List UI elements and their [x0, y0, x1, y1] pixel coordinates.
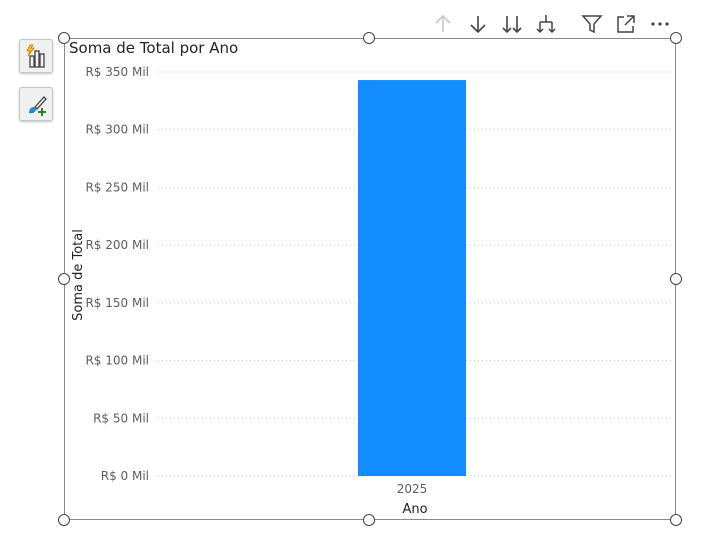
- y-axis-title: Soma de Total: [71, 229, 86, 321]
- resize-handle-top-left[interactable]: [58, 32, 70, 44]
- resize-handle-bottom-right[interactable]: [670, 514, 682, 526]
- y-tick-label: R$ 50 Mil: [93, 411, 149, 425]
- y-tick-label: R$ 100 Mil: [85, 354, 149, 368]
- x-axis-ticks: 2025: [397, 482, 428, 496]
- y-tick-label: R$ 300 Mil: [85, 123, 149, 137]
- y-tick-label: R$ 250 Mil: [85, 180, 149, 194]
- x-tick-label: 2025: [397, 482, 428, 496]
- bar-2025[interactable]: [358, 80, 466, 476]
- y-tick-label: R$ 0 Mil: [101, 469, 149, 483]
- y-tick-label: R$ 150 Mil: [85, 296, 149, 310]
- x-axis-title: Ano: [402, 502, 427, 517]
- resize-handle-top-right[interactable]: [670, 32, 682, 44]
- bar-chart: R$ 0 Mil R$ 50 Mil R$ 100 Mil R$ 150 Mil R$ …: [71, 65, 672, 517]
- resize-handle-right[interactable]: [670, 273, 682, 285]
- resize-handle-left[interactable]: [58, 273, 70, 285]
- y-tick-label: R$ 350 Mil: [85, 65, 149, 79]
- y-tick-label: R$ 200 Mil: [85, 238, 149, 252]
- y-axis-ticks: R$ 0 Mil R$ 50 Mil R$ 100 Mil R$ 150 Mil R$ …: [85, 65, 149, 483]
- chart-title: Soma de Total por Ano: [69, 39, 239, 57]
- resize-handle-bottom[interactable]: [363, 514, 375, 526]
- resize-handle-bottom-left[interactable]: [58, 514, 70, 526]
- resize-handle-top[interactable]: [363, 32, 375, 44]
- bars: [358, 80, 466, 476]
